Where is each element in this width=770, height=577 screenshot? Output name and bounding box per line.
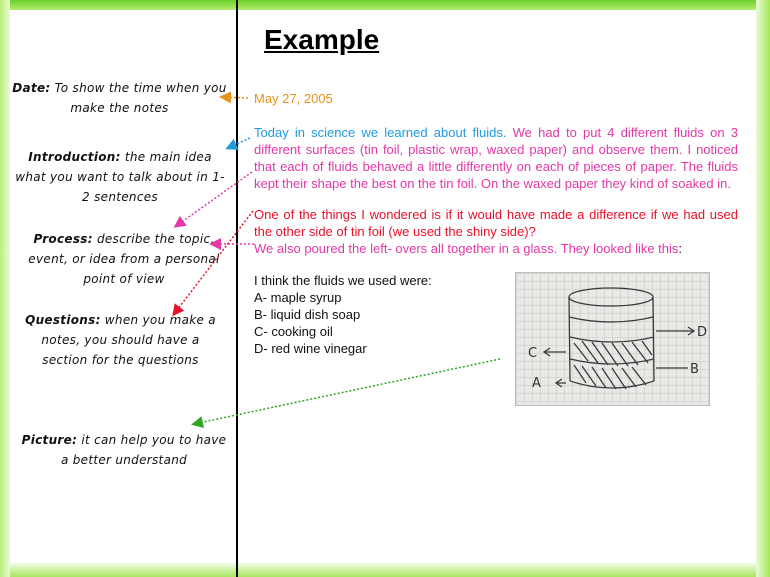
arrow-picture	[191, 358, 501, 428]
slide: Example Date: To show the time when you …	[0, 0, 770, 577]
arrow-introduction	[225, 137, 251, 150]
arrow-date	[219, 91, 249, 104]
connector-arrows	[172, 91, 501, 428]
arrow-questions	[172, 210, 254, 317]
arrow-process-from-text	[173, 171, 253, 228]
